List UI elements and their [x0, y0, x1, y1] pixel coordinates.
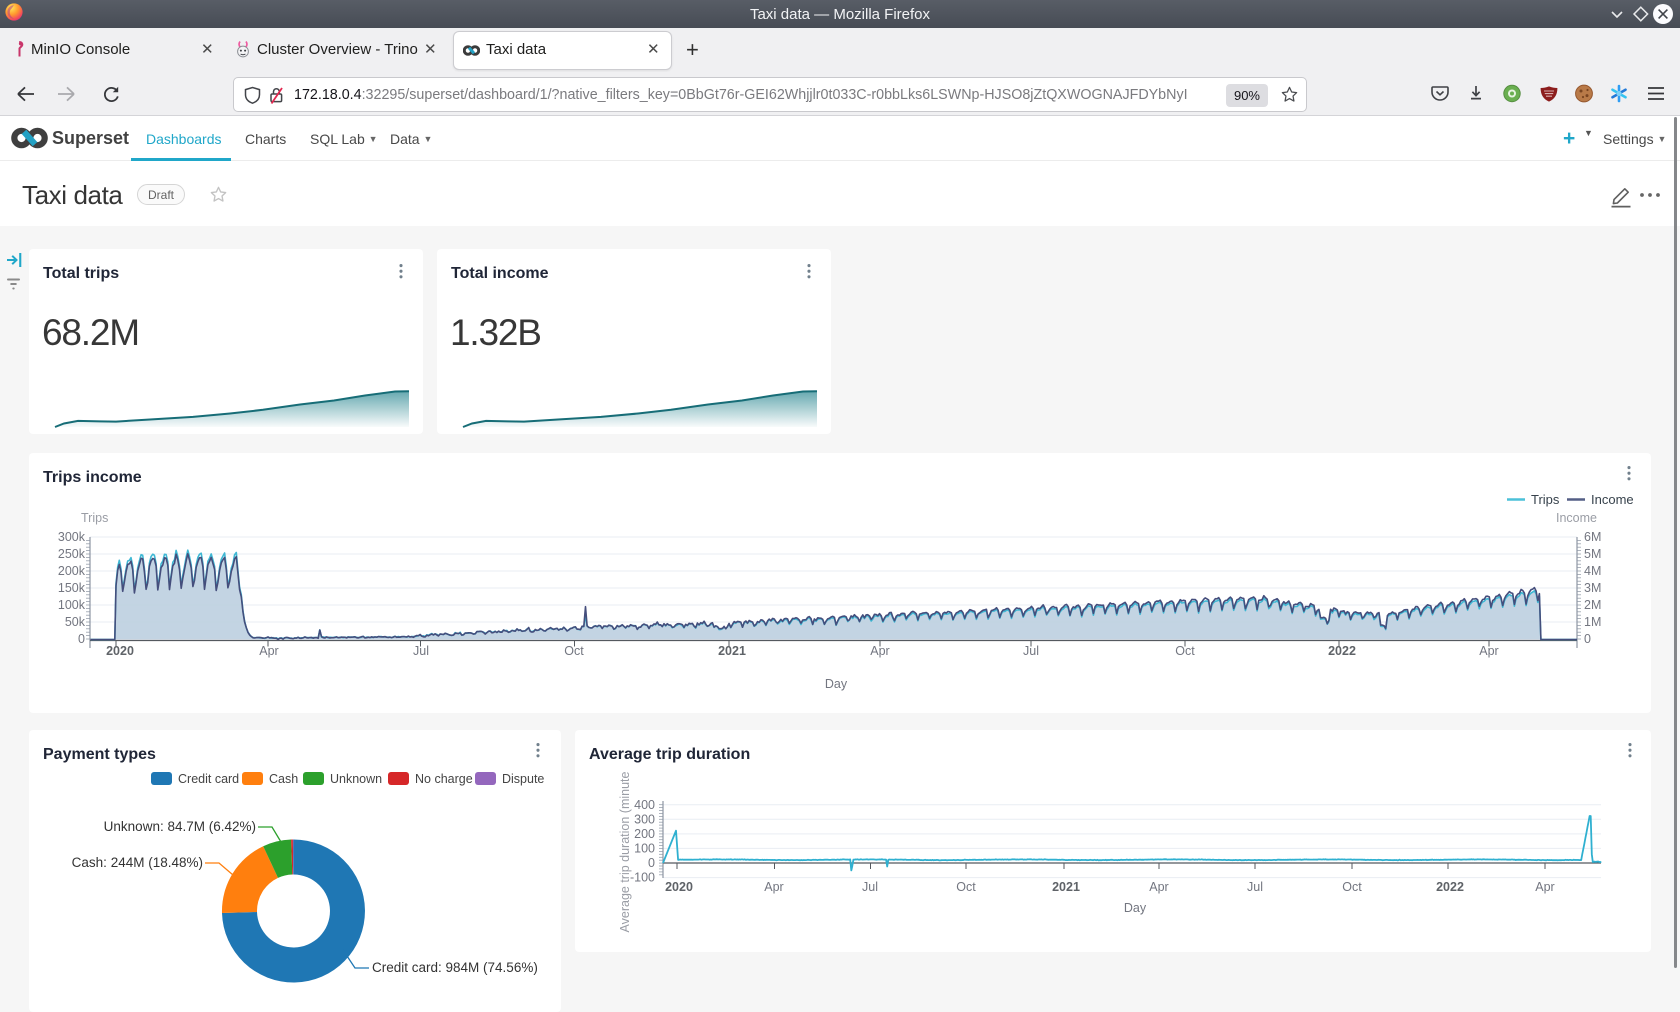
- svg-text:Trips: Trips: [81, 511, 108, 525]
- svg-text:6M: 6M: [1584, 530, 1601, 544]
- svg-text:Day: Day: [825, 677, 848, 691]
- svg-text:Average trip duration (minute: Average trip duration (minute: [618, 771, 632, 932]
- svg-text:Apr: Apr: [1149, 880, 1168, 894]
- svg-text:Unknown: 84.7M (6.42%): Unknown: 84.7M (6.42%): [104, 819, 256, 834]
- svg-text:Oct: Oct: [956, 880, 976, 894]
- svg-text:400: 400: [634, 798, 655, 812]
- svg-text:Apr: Apr: [764, 880, 783, 894]
- svg-text:Cash: 244M (18.48%): Cash: 244M (18.48%): [72, 855, 203, 870]
- svg-text:1M: 1M: [1584, 615, 1601, 629]
- svg-text:Apr: Apr: [1479, 644, 1498, 658]
- svg-text:Apr: Apr: [870, 644, 889, 658]
- svg-text:2021: 2021: [718, 644, 746, 658]
- svg-text:Oct: Oct: [1342, 880, 1362, 894]
- svg-text:Income: Income: [1556, 511, 1597, 525]
- svg-text:300: 300: [634, 813, 655, 827]
- svg-text:Credit card: 984M (74.56%): Credit card: 984M (74.56%): [372, 960, 538, 975]
- svg-text:2020: 2020: [106, 644, 134, 658]
- svg-text:Oct: Oct: [564, 644, 584, 658]
- svg-text:50k: 50k: [65, 615, 86, 629]
- svg-text:Apr: Apr: [1535, 880, 1554, 894]
- svg-text:250k: 250k: [58, 547, 86, 561]
- svg-text:Oct: Oct: [1175, 644, 1195, 658]
- svg-text:Income: Income: [1591, 492, 1634, 507]
- svg-text:Jul: Jul: [862, 880, 878, 894]
- svg-text:Jul: Jul: [1247, 880, 1263, 894]
- svg-text:4M: 4M: [1584, 564, 1601, 578]
- svg-text:2M: 2M: [1584, 598, 1601, 612]
- svg-text:-100: -100: [630, 871, 655, 885]
- svg-text:2022: 2022: [1328, 644, 1356, 658]
- svg-text:3M: 3M: [1584, 581, 1601, 595]
- svg-text:200k: 200k: [58, 564, 86, 578]
- svg-text:Jul: Jul: [1023, 644, 1039, 658]
- svg-text:0: 0: [78, 632, 85, 646]
- svg-text:200: 200: [634, 827, 655, 841]
- svg-text:Credit card: Credit card: [178, 772, 239, 786]
- svg-text:2022: 2022: [1436, 880, 1464, 894]
- svg-text:No charge: No charge: [415, 772, 473, 786]
- svg-text:300k: 300k: [58, 530, 86, 544]
- svg-text:5M: 5M: [1584, 547, 1601, 561]
- svg-text:Unknown: Unknown: [330, 772, 382, 786]
- svg-text:Dispute: Dispute: [502, 772, 544, 786]
- svg-text:Trips: Trips: [1531, 492, 1560, 507]
- svg-text:100: 100: [634, 842, 655, 856]
- svg-text:2020: 2020: [665, 880, 693, 894]
- svg-text:Day: Day: [1124, 901, 1147, 915]
- svg-text:0: 0: [1584, 632, 1591, 646]
- svg-text:Jul: Jul: [413, 644, 429, 658]
- svg-text:Cash: Cash: [269, 772, 298, 786]
- svg-text:0: 0: [648, 856, 655, 870]
- svg-text:Apr: Apr: [259, 644, 278, 658]
- svg-text:150k: 150k: [58, 581, 86, 595]
- svg-text:100k: 100k: [58, 598, 86, 612]
- svg-text:2021: 2021: [1052, 880, 1080, 894]
